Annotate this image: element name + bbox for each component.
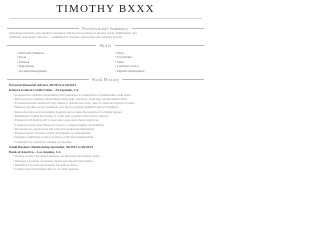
- job-bullets: Acquired new business relationships with…: [13, 93, 202, 145]
- job-bullet: Completed all compliance training on sch…: [13, 140, 202, 144]
- work-history-heading: Work History: [7, 76, 204, 82]
- candidate-name: TIMOTHY BXXX: [56, 3, 155, 15]
- skills-list: Microsoft Windows Word Excel PowerPoint …: [17, 51, 201, 74]
- skill-item: Pipeline management: [115, 69, 201, 74]
- job-bullet: Collaborated with lending officers on cr…: [13, 167, 202, 171]
- summary-line: ambitious team player who has ... commit…: [9, 35, 123, 40]
- contact-divider: [9, 18, 202, 22]
- skill-item: Account management: [17, 69, 103, 74]
- resume-page: TIMOTHY BXXX Professional Summary Sales …: [0, 0, 211, 239]
- job-bullets: Worked closely with small businesses on …: [13, 154, 202, 171]
- skills-heading: Skills: [7, 43, 204, 49]
